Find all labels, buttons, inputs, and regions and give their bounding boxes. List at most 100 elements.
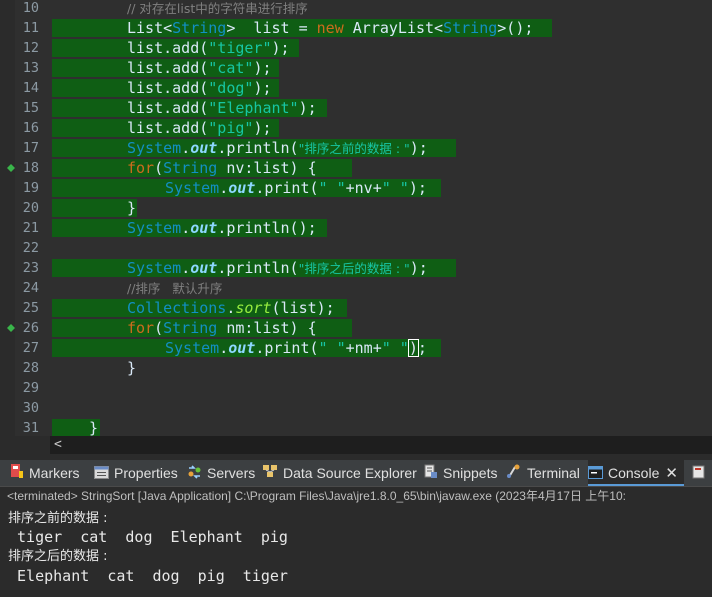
code-editor[interactable]: 10 // 对存在list中的字符串进行排序 11 List<String> l… bbox=[0, 0, 712, 436]
code-line-26[interactable]: 26 for(String nm:list) { bbox=[0, 318, 712, 338]
string-token: " " bbox=[381, 339, 409, 357]
line-number: 14 bbox=[22, 80, 39, 96]
code-token: . bbox=[219, 179, 229, 197]
line-number: 13 bbox=[22, 60, 39, 76]
scroll-left-arrow-icon[interactable]: < bbox=[54, 436, 62, 453]
code-token: ( bbox=[154, 319, 164, 337]
tab-label: Terminal bbox=[527, 465, 580, 481]
code-line-30[interactable]: 30 bbox=[0, 398, 712, 418]
tab-overflow[interactable] bbox=[692, 460, 711, 486]
override-marker-icon[interactable] bbox=[7, 324, 15, 332]
string-token: " " bbox=[318, 339, 346, 357]
field-token: out bbox=[228, 339, 256, 357]
code-token: ); bbox=[253, 119, 272, 137]
code-line-13[interactable]: 13 list.add("cat"); bbox=[0, 58, 712, 78]
string-token: "排序之后的数据 : " bbox=[298, 261, 410, 276]
code-token: .println(); bbox=[217, 219, 317, 237]
line-number: 18 bbox=[22, 160, 39, 176]
code-line-29[interactable]: 29 bbox=[0, 378, 712, 398]
tab-terminal[interactable]: Terminal bbox=[506, 460, 580, 486]
code-line-22[interactable]: 22 bbox=[0, 238, 712, 258]
line-number: 27 bbox=[22, 340, 39, 356]
code-line-12[interactable]: 12 list.add("tiger"); bbox=[0, 38, 712, 58]
line-number: 19 bbox=[22, 180, 39, 196]
static-method-token: sort bbox=[235, 299, 272, 317]
console-line: 排序之后的数据 : bbox=[8, 549, 108, 564]
scroll-corner bbox=[0, 436, 50, 454]
code-token: list.add( bbox=[127, 59, 209, 77]
console-output[interactable]: 排序之前的数据 : tiger cat dog Elephant pig 排序之… bbox=[0, 507, 712, 597]
code-line-27[interactable]: 27 System.out.print(" "+nm+" "); bbox=[0, 338, 712, 358]
tab-label: Data Source Explorer bbox=[283, 465, 417, 481]
field-token: out bbox=[190, 139, 218, 157]
line-number: 31 bbox=[22, 420, 39, 436]
code-line-14[interactable]: 14 list.add("dog"); bbox=[0, 78, 712, 98]
code-token: } bbox=[89, 419, 99, 436]
string-token: "dog" bbox=[208, 79, 254, 97]
tab-label: Console bbox=[608, 465, 660, 481]
code-token: ); bbox=[409, 139, 428, 157]
horizontal-scrollbar[interactable]: < bbox=[50, 436, 712, 454]
code-token: List< bbox=[127, 19, 173, 37]
code-token: .println( bbox=[217, 139, 299, 157]
code-line-31[interactable]: 31 } bbox=[0, 418, 712, 436]
line-number: 24 bbox=[22, 280, 39, 296]
string-token: "排序之前的数据 : " bbox=[298, 141, 410, 156]
data-source-icon bbox=[262, 461, 278, 487]
tab-console[interactable]: Console ✕ bbox=[588, 460, 684, 486]
tab-data-source-explorer[interactable]: Data Source Explorer bbox=[262, 460, 417, 486]
string-token: "Elephant" bbox=[208, 99, 299, 117]
line-number: 29 bbox=[22, 380, 39, 396]
code-line-23[interactable]: 23 System.out.println("排序之后的数据 : "); bbox=[0, 258, 712, 278]
code-line-10[interactable]: 10 // 对存在list中的字符串进行排序 bbox=[0, 0, 712, 18]
line-number: 25 bbox=[22, 300, 39, 316]
code-token: ); bbox=[253, 79, 272, 97]
code-line-15[interactable]: 15 list.add("Elephant"); bbox=[0, 98, 712, 118]
code-token: list.add( bbox=[127, 39, 209, 57]
override-marker-icon[interactable] bbox=[7, 164, 15, 172]
view-menu-icon bbox=[692, 461, 706, 487]
code-line-20[interactable]: 20 } bbox=[0, 198, 712, 218]
tab-properties[interactable]: Properties bbox=[94, 460, 178, 486]
code-token: list.add( bbox=[127, 119, 209, 137]
line-number: 20 bbox=[22, 200, 39, 216]
line-number: 26 bbox=[22, 320, 39, 336]
code-line-28[interactable]: 28 } bbox=[0, 358, 712, 378]
code-token: ); bbox=[409, 259, 428, 277]
console-process-status: <terminated> StringSort [Java Applicatio… bbox=[0, 487, 712, 507]
code-token: .print( bbox=[255, 179, 319, 197]
close-icon[interactable]: ✕ bbox=[665, 465, 678, 482]
field-token: out bbox=[190, 219, 218, 237]
code-line-17[interactable]: 17 System.out.println("排序之前的数据 : "); bbox=[0, 138, 712, 158]
code-line-19[interactable]: 19 System.out.print(" "+nv+" "); bbox=[0, 178, 712, 198]
occurrence-highlight bbox=[52, 199, 137, 217]
tab-servers[interactable]: Servers bbox=[187, 460, 255, 486]
class-token: Collections bbox=[127, 299, 227, 317]
code-line-24[interactable]: 24 //排序 默认升序 bbox=[0, 278, 712, 298]
keyword-token: for bbox=[127, 159, 155, 177]
string-token: " " bbox=[318, 179, 346, 197]
code-token: ); bbox=[253, 59, 272, 77]
class-token: System bbox=[127, 139, 182, 157]
tab-markers[interactable]: Markers bbox=[10, 460, 80, 486]
line-number: 22 bbox=[22, 240, 39, 256]
field-token: out bbox=[228, 179, 256, 197]
code-line-18[interactable]: 18 for(String nv:list) { bbox=[0, 158, 712, 178]
string-token: " " bbox=[381, 179, 409, 197]
type-token: String bbox=[172, 19, 227, 37]
code-token: ( bbox=[154, 159, 164, 177]
code-token: ); bbox=[408, 179, 427, 197]
code-token: list.add( bbox=[127, 79, 209, 97]
string-token: "pig" bbox=[208, 119, 254, 137]
console-line: Elephant cat dog pig tiger bbox=[8, 567, 288, 585]
code-line-16[interactable]: 16 list.add("pig"); bbox=[0, 118, 712, 138]
tab-snippets[interactable]: Snippets bbox=[424, 460, 497, 486]
code-token: >(); bbox=[497, 19, 534, 37]
code-line-21[interactable]: 21 System.out.println(); bbox=[0, 218, 712, 238]
snippets-icon bbox=[424, 461, 438, 487]
string-token: "tiger" bbox=[208, 39, 272, 57]
code-token: nv:list) { bbox=[217, 159, 317, 177]
code-line-25[interactable]: 25 Collections.sort(list); bbox=[0, 298, 712, 318]
code-line-11[interactable]: 11 List<String> list = new ArrayList<Str… bbox=[0, 18, 712, 38]
code-token: ); bbox=[271, 39, 290, 57]
